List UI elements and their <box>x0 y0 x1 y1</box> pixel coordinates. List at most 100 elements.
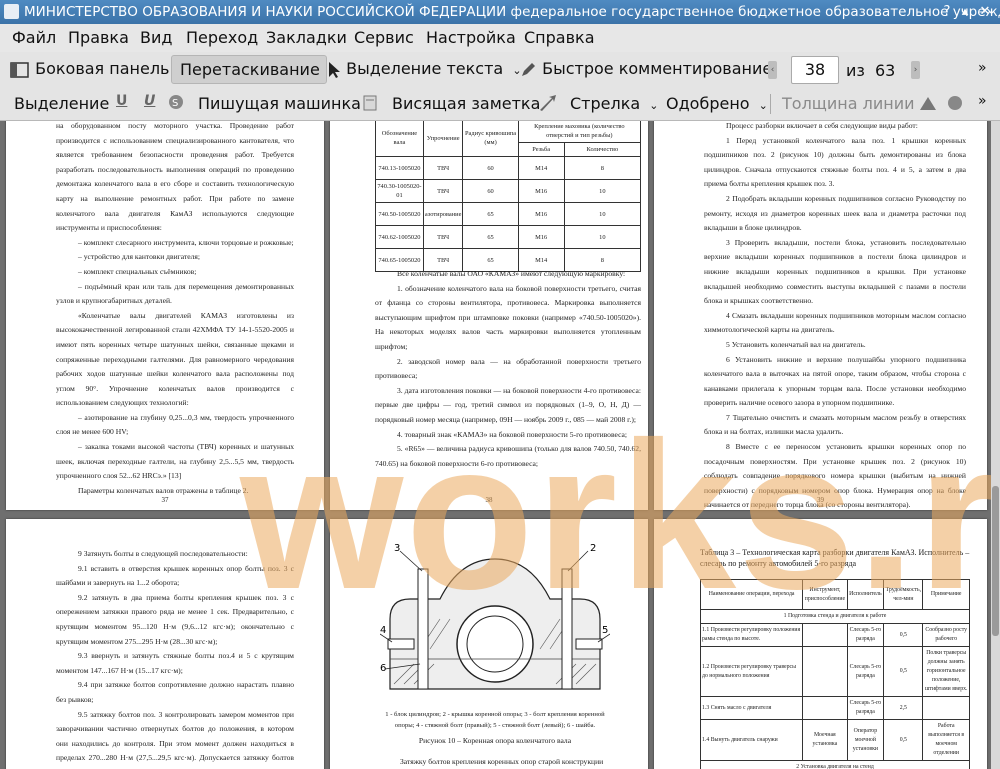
list-item: – подъёмный кран или таль для перемещени… <box>56 281 294 306</box>
page-37: на оборудованном посту моторного участка… <box>6 121 324 510</box>
table-row: 1.1 Произвести регулировку положения рам… <box>699 623 970 647</box>
menu-settings[interactable]: Настройка <box>426 28 516 47</box>
table-cell: Слесарь 5-го разряда <box>846 623 885 647</box>
drag-mode-label: Перетаскивание <box>180 60 320 79</box>
table-header: Упрочнение <box>422 121 464 157</box>
menu-bookmarks[interactable]: Закладки <box>266 28 347 47</box>
menu-view[interactable]: Вид <box>140 28 172 47</box>
table-cell <box>802 696 848 720</box>
page-41: 3 2 4 5 6 1 - блок цилиндров; 2 - крышка… <box>330 519 648 769</box>
approved-stamp-button[interactable]: Одобрено ⌄ <box>666 94 768 113</box>
squiggle-icon[interactable]: U <box>144 93 155 109</box>
list-item: 3 Проверить вкладыши, постели блока, уст… <box>704 237 966 306</box>
chevron-down-icon[interactable]: ⌄ <box>649 99 658 112</box>
annotation-toolbar: Выделение U U S Пишущая машинка Висящая … <box>0 88 1000 121</box>
sidebar-button[interactable]: Боковая панель <box>10 59 169 79</box>
figure-caption: 1 - блок цилиндров; 2 - крышка коренной … <box>385 711 605 729</box>
text-select-button[interactable]: Выделение текста ⌄ <box>327 59 522 79</box>
paragraph: Затяжку болтов крепления коренных опор с… <box>400 756 604 766</box>
menu-help[interactable]: Справка <box>524 28 595 47</box>
list-item: – азотирование на глубину 0,25...0,3 мм,… <box>56 412 294 437</box>
color-picker-icon[interactable] <box>918 94 938 116</box>
table-cell: 740.13-1005020 <box>375 156 424 180</box>
table-cell: 1.4 Вынуть двигатель снаружи <box>699 719 804 761</box>
menu-tools[interactable]: Сервис <box>354 28 414 47</box>
document-view[interactable]: на оборудованном посту моторного участка… <box>0 121 991 769</box>
table-section: 1 Подготовка стенда и двигателя к работе <box>700 609 970 624</box>
menu-edit[interactable]: Правка <box>68 28 129 47</box>
table-cell: 65 <box>462 202 519 226</box>
maximize-icon[interactable]: ▴ <box>957 4 973 20</box>
help-icon[interactable]: ? <box>939 4 955 20</box>
page-40-text: 9 Затянуть болты в следующей последовате… <box>56 547 294 769</box>
table-header: Резьба <box>517 142 565 157</box>
page-number-input[interactable]: 38 <box>791 56 839 84</box>
vertical-scrollbar[interactable] <box>991 121 1000 769</box>
arrow-button[interactable]: Стрелка ⌄ <box>570 94 659 113</box>
scrollbar-thumb[interactable] <box>992 486 999 636</box>
arrow-tool-icon[interactable] <box>538 94 558 116</box>
table-cell: Сообразно росту рабочего <box>922 623 970 647</box>
list-item: 1 Перед установкой коленчатого вала поз.… <box>704 135 966 189</box>
table-row: 1.3 Снять масло с двигателя Слесарь 5-го … <box>699 696 970 720</box>
list-item: 2 Подобрать вкладыши коренных подшипнико… <box>704 193 966 233</box>
previous-page-icon[interactable]: ‹ <box>768 61 777 79</box>
pen-icon <box>522 62 535 76</box>
okular-app-icon <box>4 4 19 19</box>
chevron-down-icon[interactable]: ⌄ <box>759 99 768 112</box>
toolbar-overflow-icon[interactable]: » <box>978 93 987 109</box>
page-38-text: Все коленчатые валы ОАО «КАМАЗ» имеют сл… <box>375 267 641 471</box>
table-cell: 1.3 Снять масло с двигателя <box>699 696 804 720</box>
approved-label: Одобрено <box>666 94 750 113</box>
table-cell <box>802 623 848 647</box>
table-header: Обозначение вала <box>375 121 424 157</box>
table-cell: 0,5 <box>883 646 924 697</box>
list-item: – комплект слесарного инструмента, ключи… <box>78 237 294 247</box>
table-cell: М16 <box>517 225 565 249</box>
table-cell: Слесарь 5-го разряда <box>846 696 885 720</box>
table-cell: азотирование <box>422 202 464 226</box>
table-cell: Моечная установка <box>802 719 848 761</box>
sidebar-label: Боковая панель <box>35 59 170 78</box>
table-cell: 1.1 Произвести регулировку положения рам… <box>699 623 804 647</box>
highlight-button[interactable]: Выделение <box>14 94 109 113</box>
close-icon[interactable]: ✕ <box>977 4 993 20</box>
pop-up-note-label: Висящая заметка <box>392 94 541 113</box>
toolbar-separator <box>770 94 771 114</box>
next-page-icon[interactable]: › <box>911 61 920 79</box>
table-header: Инструмент, приспособление <box>802 579 848 610</box>
page-39-text: Процесс разборки включает в себя следующ… <box>704 121 966 510</box>
note-icon[interactable] <box>362 94 378 116</box>
pop-up-note-button[interactable]: Висящая заметка <box>392 94 540 113</box>
menu-file[interactable]: Файл <box>12 28 56 47</box>
page-of-label: из <box>846 61 865 80</box>
menu-go[interactable]: Переход <box>186 28 258 47</box>
cursor-arrow-icon <box>329 61 340 78</box>
table-cell <box>922 696 970 720</box>
title-bar: МИНИСТЕРСТВО ОБРАЗОВАНИЯ И НАУКИ РОССИЙС… <box>0 0 1000 24</box>
table-cell: 10 <box>563 202 642 226</box>
page-41-text: 1 - блок цилиндров; 2 - крышка коренной … <box>378 709 612 769</box>
list-item: 9.2 затянуть в два приема болты креплени… <box>56 592 294 646</box>
table-cell: 60 <box>462 156 519 180</box>
drag-mode-button[interactable]: Перетаскивание <box>171 55 327 84</box>
table-row: 740.30-1005020-01 ТВЧ 60 М16 10 <box>375 179 642 203</box>
table-cell: ТВЧ <box>422 179 464 203</box>
strikeout-icon[interactable]: S <box>168 94 184 114</box>
main-bearing-figure: 3 2 4 5 6 <box>380 539 610 709</box>
list-item: 9 Затянуть болты в следующей последовате… <box>78 549 248 558</box>
list-item: 9.5 затяжку болтов поз. 3 контролировать… <box>56 709 294 769</box>
underline-icon[interactable]: U <box>116 93 127 109</box>
typewriter-button[interactable]: Пишущая машинка <box>198 94 361 113</box>
toolbar-overflow-icon[interactable]: » <box>978 60 987 76</box>
opacity-icon[interactable] <box>946 94 964 116</box>
table-cell: Работа выполняется в моечном отделении <box>922 719 970 761</box>
table-title: Таблица 3 – Технологическая карта разбор… <box>700 548 970 568</box>
table-cell: ТВЧ <box>422 225 464 249</box>
table-cell: 10 <box>563 179 642 203</box>
quick-comment-button[interactable]: Быстрое комментирование <box>519 59 772 79</box>
page-39: Процесс разборки включает в себя следующ… <box>654 121 987 510</box>
line-width-button[interactable]: Толщина линии <box>782 94 915 113</box>
table-header: Радиус кривошипа (мм) <box>462 121 519 157</box>
highlight-label: Выделение <box>14 94 110 113</box>
